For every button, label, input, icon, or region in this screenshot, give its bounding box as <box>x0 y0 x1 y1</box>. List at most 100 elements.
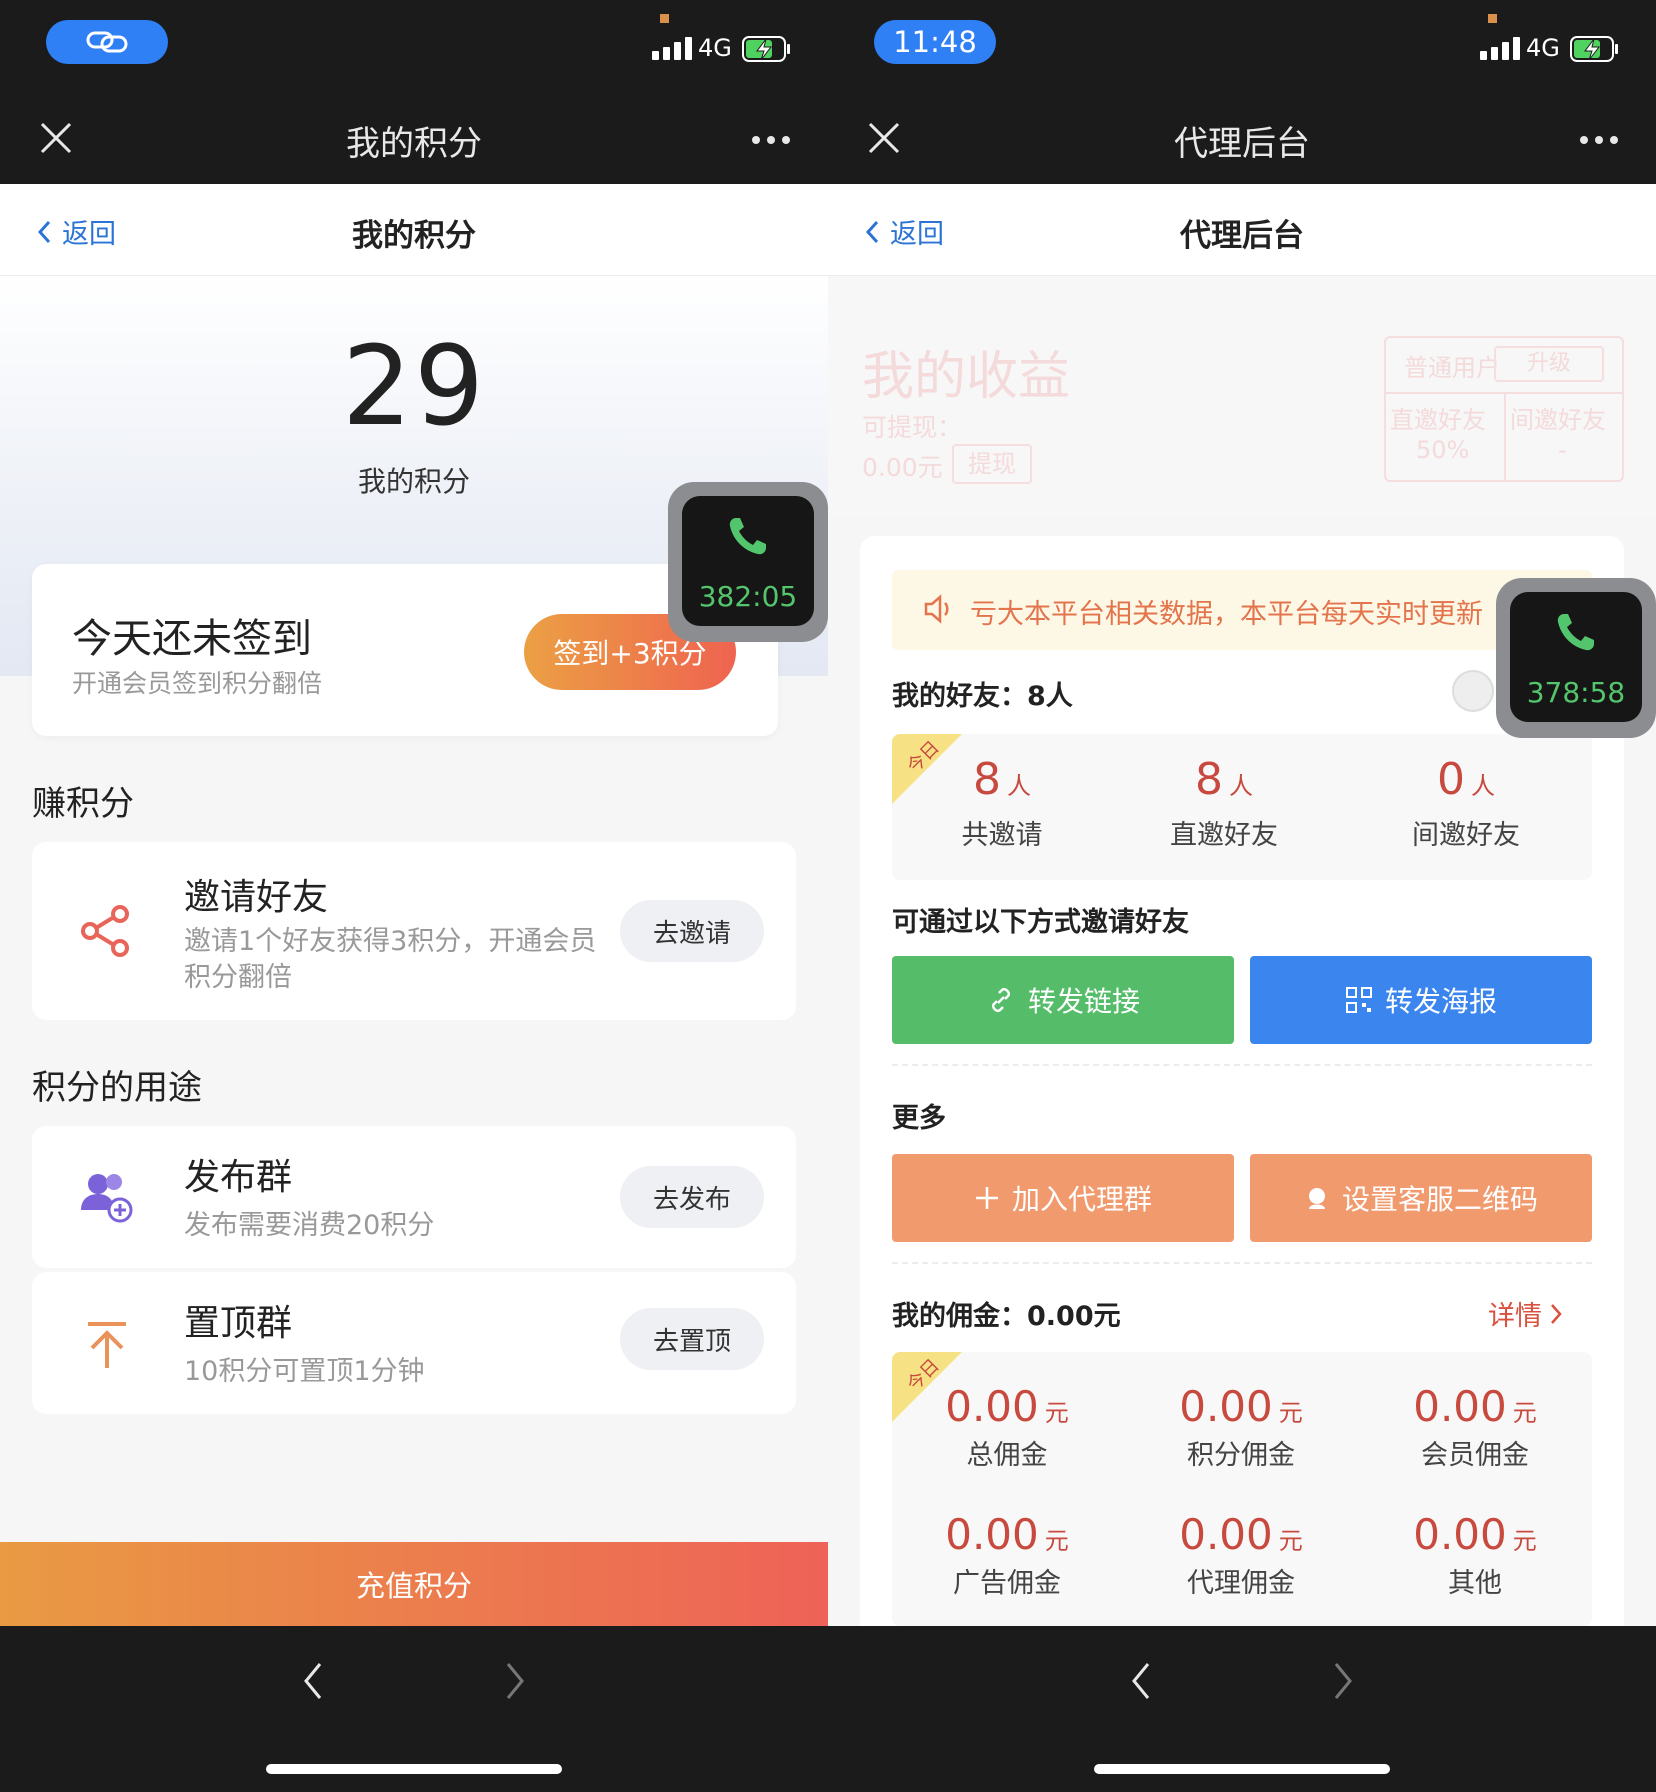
notice-bar: 亏大本平台相关数据，本平台每天实时更新 <box>892 570 1592 650</box>
task-invite-friends: 邀请好友 邀请1个好友获得3积分，开通会员积分翻倍 去邀请 <box>32 842 796 1020</box>
top-nav: 我的积分 <box>0 86 828 184</box>
more-title: 更多 <box>892 1103 946 1134</box>
privacy-indicator <box>1488 14 1497 23</box>
task-publish-group: 发布群 发布需要消费20积分 去发布 <box>32 1126 796 1268</box>
agent-dashboard-screen: 11:48 4G 代理后台 返回 代理后台 我的收益 可提现： 0.00元 提现… <box>828 0 1656 1792</box>
notice-text: 亏大本平台相关数据，本平台每天实时更新 <box>970 599 1483 630</box>
share-link-button[interactable]: 转发链接 <box>892 956 1234 1044</box>
phone-icon <box>729 518 766 555</box>
set-service-qr-button[interactable]: 设置客服二维码 <box>1250 1154 1592 1242</box>
share-poster-button[interactable]: 转发海报 <box>1250 956 1592 1044</box>
friends-label: 我的好友： <box>892 681 1027 712</box>
indirect-invite-rate: - <box>1558 436 1567 464</box>
customer-service-icon <box>1308 1188 1325 1209</box>
earnings-title: 我的收益 <box>862 347 1071 407</box>
commission-stats-box: 今日 0.00 元 总佣金 0.00 元 积分佣金 0.00 元 会员佣金 0.00 元… <box>892 1352 1592 1626</box>
publish-button[interactable]: 去发布 <box>620 1166 764 1228</box>
invite-stats-box: 今日 8人 共邀请 8人 直邀好友 0人 间邀好友 <box>892 734 1592 880</box>
more-icon[interactable] <box>752 136 790 144</box>
earnings-header: 我的收益 可提现： 0.00元 提现 普通用户 升级 直邀好友 间邀好友 50%… <box>828 276 1656 516</box>
plus-icon <box>975 1187 998 1209</box>
call-widget[interactable]: 378:58 <box>1496 578 1656 738</box>
call-widget[interactable]: 382:05 <box>668 482 828 642</box>
privacy-indicator <box>660 14 669 23</box>
signal-icon <box>1480 36 1520 60</box>
recharge-button[interactable]: 充值积分 <box>0 1542 828 1626</box>
commission-summary: 我的佣金：0.00元 <box>892 1294 1121 1333</box>
page-title: 我的积分 <box>352 218 476 254</box>
stat-indirect-invite: 0人 间邀好友 <box>1412 754 1520 851</box>
status-bar: 4G <box>0 0 828 86</box>
signin-card: 今天还未签到 开通会员签到积分翻倍 签到+3积分 <box>32 564 778 736</box>
nav-back-icon[interactable] <box>1122 1656 1162 1706</box>
commission-ads: 0.00 元 广告佣金 <box>945 1510 1069 1599</box>
signin-title: 今天还未签到 <box>72 616 312 662</box>
indirect-invite-label: 间邀好友 <box>1510 406 1606 434</box>
pin-button[interactable]: 去置顶 <box>620 1308 764 1370</box>
task-pin-group: 置顶群 10积分可置顶1分钟 去置顶 <box>32 1272 796 1414</box>
commission-agent: 0.00 元 代理佣金 <box>1179 1510 1303 1599</box>
more-icon[interactable] <box>1580 136 1618 144</box>
task-name: 置顶群 <box>184 1303 293 1344</box>
call-timer: 378:58 <box>1526 676 1626 709</box>
link-pill[interactable] <box>46 20 168 64</box>
window-title: 代理后台 <box>1174 124 1310 164</box>
invite-button[interactable]: 去邀请 <box>620 900 764 962</box>
phone-icon <box>1557 614 1594 651</box>
nav-back-icon[interactable] <box>294 1656 334 1706</box>
user-type: 普通用户 <box>1404 354 1500 382</box>
share-link-label: 转发链接 <box>1027 985 1140 1018</box>
network-label: 4G <box>1526 34 1560 62</box>
signal-icon <box>652 36 692 60</box>
join-agent-group-button[interactable]: 加入代理群 <box>892 1154 1234 1242</box>
task-name: 发布群 <box>184 1157 293 1198</box>
task-desc: 邀请1个好友获得3积分，开通会员积分翻倍 <box>184 926 597 993</box>
friends-value: 8人 <box>1027 681 1073 712</box>
top-nav: 代理后台 <box>828 86 1656 184</box>
commission-detail-link[interactable]: 详情 <box>1488 1294 1562 1333</box>
friends-count: 我的好友：8人 <box>892 674 1073 713</box>
signin-subtitle: 开通会员签到积分翻倍 <box>72 669 323 698</box>
chevron-right-icon <box>1551 1303 1562 1324</box>
direct-invite-label: 直邀好友 <box>1390 406 1486 434</box>
commission-total: 0.00 元 总佣金 <box>945 1382 1069 1471</box>
points-value: 29 <box>342 322 486 450</box>
avatar[interactable] <box>1452 670 1494 712</box>
home-indicator <box>1094 1764 1390 1774</box>
divider <box>892 1064 1592 1066</box>
home-indicator <box>266 1764 562 1774</box>
detail-label: 详情 <box>1488 1301 1542 1332</box>
browser-bottom-bar <box>828 1626 1656 1792</box>
withdrawable-value: 0.00元 <box>862 453 943 482</box>
link-icon <box>991 988 1010 1012</box>
time-pill: 11:48 <box>874 20 996 64</box>
stat-total-invite: 8人 共邀请 <box>961 754 1043 851</box>
divider <box>892 1262 1592 1264</box>
share-poster-label: 转发海报 <box>1384 985 1497 1018</box>
points-screen: 4G 我的积分 返回 我的积分 29 我的积分 今天还未签到 开通会员签到积分翻… <box>0 0 828 1792</box>
withdraw-button[interactable]: 提现 <box>952 444 1032 484</box>
page-header: 返回 我的积分 <box>0 184 828 276</box>
browser-bottom-bar <box>0 1626 828 1792</box>
pin-top-icon <box>88 1322 126 1368</box>
earn-section-title: 赚积分 <box>32 784 134 824</box>
task-desc: 10积分可置顶1分钟 <box>184 1356 425 1387</box>
invite-methods-title: 可通过以下方式邀请好友 <box>892 907 1189 938</box>
withdrawable-label: 可提现： <box>862 413 963 442</box>
network-label: 4G <box>698 34 732 62</box>
task-desc: 发布需要消费20积分 <box>184 1210 435 1241</box>
share-icon <box>81 905 129 957</box>
battery-charging-icon <box>1570 36 1618 62</box>
add-group-icon <box>81 1174 133 1223</box>
page-header: 返回 代理后台 <box>828 184 1656 276</box>
nav-forward-icon[interactable] <box>494 1656 534 1706</box>
upgrade-button[interactable]: 升级 <box>1494 346 1604 382</box>
commission-points: 0.00 元 积分佣金 <box>1179 1382 1303 1471</box>
battery-charging-icon <box>742 36 790 62</box>
join-group-label: 加入代理群 <box>1011 1183 1152 1216</box>
user-level-box: 普通用户 升级 直邀好友 间邀好友 50% - <box>1384 336 1624 482</box>
direct-invite-rate: 50% <box>1416 436 1470 464</box>
nav-forward-icon[interactable] <box>1322 1656 1362 1706</box>
link-icon <box>86 31 128 53</box>
use-section-title: 积分的用途 <box>32 1068 202 1108</box>
